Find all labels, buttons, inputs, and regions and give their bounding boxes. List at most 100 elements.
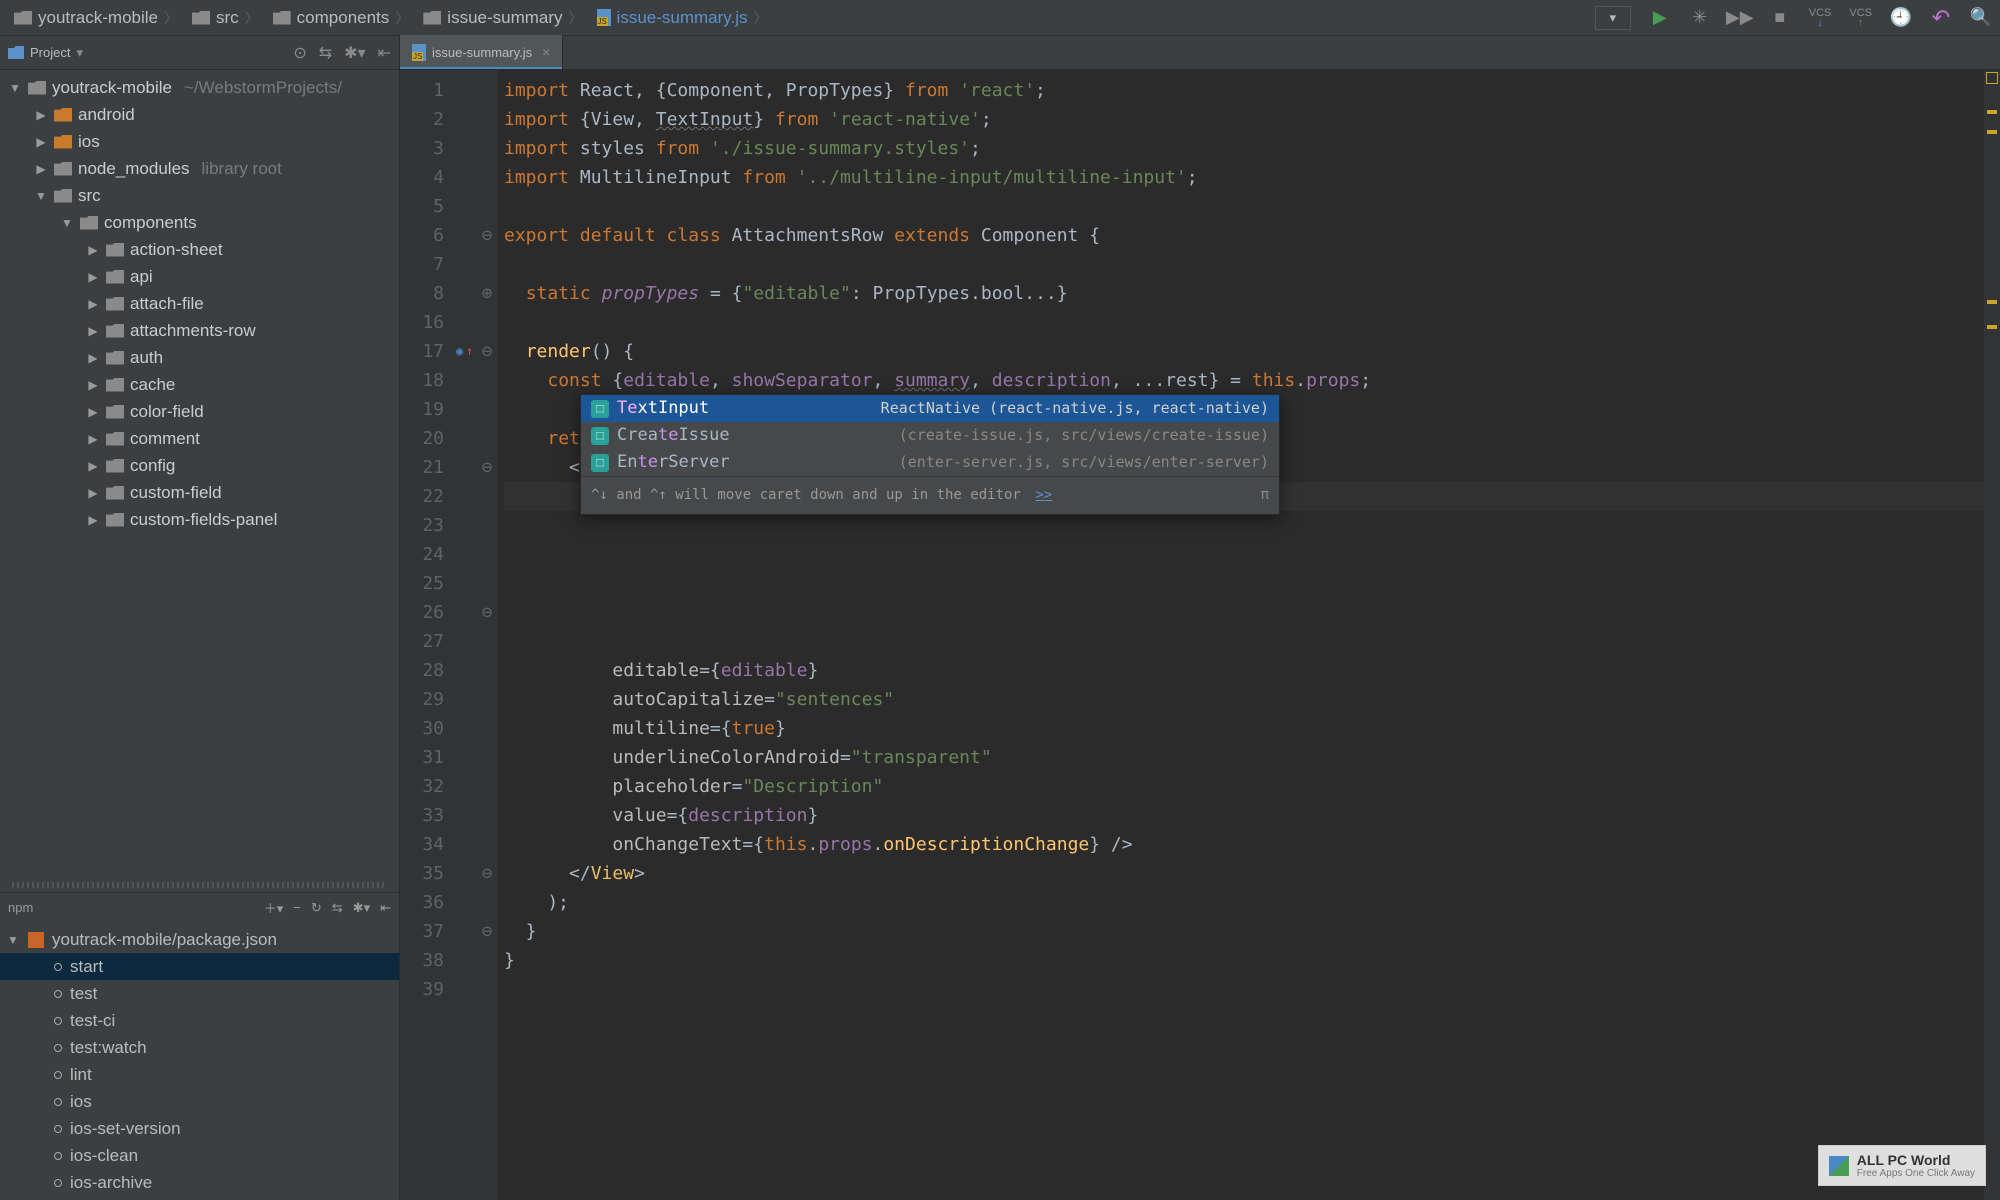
remove-icon[interactable]: − <box>293 900 301 915</box>
collapse-icon[interactable]: ⊙ <box>293 43 306 63</box>
code-line[interactable]: import MultilineInput from '../multiline… <box>504 163 2000 192</box>
up-arrow-icon[interactable]: ↑ <box>466 337 473 366</box>
gear-icon[interactable]: ✱▾ <box>344 43 365 63</box>
vcs-update-icon[interactable]: VCS↓ <box>1809 8 1832 28</box>
warning-marker[interactable] <box>1987 300 1997 304</box>
pi-icon[interactable]: π <box>1261 481 1269 510</box>
fold-toggle-icon[interactable]: ⊖ <box>476 917 498 946</box>
code-line[interactable]: import {View, TextInput} from 'react-nat… <box>504 105 2000 134</box>
error-stripe[interactable] <box>1984 70 2000 1200</box>
breadcrumb-item[interactable]: youtrack-mobile〉 <box>8 6 184 30</box>
disclosure-triangle-icon[interactable]: ▶ <box>86 243 100 257</box>
disclosure-triangle-icon[interactable]: ▼ <box>8 81 22 95</box>
code-line[interactable]: import React, {Component, PropTypes} fro… <box>504 76 2000 105</box>
code-editor[interactable]: 1234567816171819202122232425262728293031… <box>400 70 2000 1200</box>
fold-toggle-icon[interactable]: ⊕ <box>476 279 498 308</box>
tree-row[interactable]: ▶comment <box>2 425 399 452</box>
code-line[interactable] <box>504 627 2000 656</box>
code-line[interactable] <box>504 569 2000 598</box>
tree-row[interactable]: ▶ios <box>2 128 399 155</box>
run-config-dropdown[interactable]: ▾ <box>1595 6 1631 30</box>
npm-script-row[interactable]: ios-clean <box>0 1142 399 1169</box>
disclosure-triangle-icon[interactable]: ▼ <box>6 933 20 947</box>
tree-row[interactable]: ▶attachments-row <box>2 317 399 344</box>
fold-toggle-icon[interactable]: ⊖ <box>476 859 498 888</box>
override-gutter-icon[interactable]: ◉ <box>456 337 463 366</box>
breadcrumb-item[interactable]: components〉 <box>267 6 416 30</box>
debug-icon[interactable]: ✳ <box>1689 7 1711 29</box>
coverage-icon[interactable]: ▶▶ <box>1729 7 1751 29</box>
add-icon[interactable]: ＋▾ <box>264 898 284 917</box>
disclosure-triangle-icon[interactable]: ▶ <box>86 270 100 284</box>
code-line[interactable]: export default class AttachmentsRow exte… <box>504 221 2000 250</box>
code-line[interactable]: } <box>504 946 2000 975</box>
tree-row[interactable]: ▶color-field <box>2 398 399 425</box>
warning-marker[interactable] <box>1987 325 1997 329</box>
disclosure-triangle-icon[interactable]: ▶ <box>86 432 100 446</box>
analysis-status-icon[interactable] <box>1986 72 1998 84</box>
tree-row[interactable]: ▶action-sheet <box>2 236 399 263</box>
warning-marker[interactable] <box>1987 110 1997 114</box>
code-line[interactable] <box>504 975 2000 1004</box>
gear-icon[interactable]: ✱▾ <box>353 900 370 916</box>
code-line[interactable] <box>504 540 2000 569</box>
disclosure-triangle-icon[interactable]: ▶ <box>34 108 48 122</box>
disclosure-triangle-icon[interactable]: ▶ <box>86 324 100 338</box>
tree-row[interactable]: ▼src <box>2 182 399 209</box>
warning-marker[interactable] <box>1987 130 1997 134</box>
completion-popup[interactable]: ⬚TextInputReactNative (react-native.js, … <box>580 394 1280 515</box>
npm-tree[interactable]: ▼youtrack-mobile/package.jsonstarttestte… <box>0 922 399 1200</box>
code-line[interactable]: const {editable, showSeparator, summary,… <box>504 366 2000 395</box>
disclosure-triangle-icon[interactable]: ▶ <box>86 297 100 311</box>
breadcrumb-item[interactable]: issue-summary.js〉 <box>591 6 774 30</box>
disclosure-triangle-icon[interactable]: ▶ <box>86 459 100 473</box>
code-line[interactable] <box>504 598 2000 627</box>
disclosure-triangle-icon[interactable]: ▼ <box>34 189 48 203</box>
breadcrumb-item[interactable]: src〉 <box>186 6 265 30</box>
disclosure-triangle-icon[interactable]: ▶ <box>86 351 100 365</box>
run-icon[interactable]: ▶ <box>1649 7 1671 29</box>
code-line[interactable] <box>504 308 2000 337</box>
tree-row[interactable]: ▶attach-file <box>2 290 399 317</box>
code-line[interactable]: import styles from './issue-summary.styl… <box>504 134 2000 163</box>
npm-script-row[interactable]: ios-set-version <box>0 1115 399 1142</box>
code-line[interactable]: value={description} <box>504 801 2000 830</box>
code-line[interactable]: onChangeText={this.props.onDescriptionCh… <box>504 830 2000 859</box>
disclosure-triangle-icon[interactable]: ▶ <box>86 513 100 527</box>
code-line[interactable]: autoCapitalize="sentences" <box>504 685 2000 714</box>
refresh-icon[interactable]: ↻ <box>311 900 322 916</box>
disclosure-triangle-icon[interactable]: ▶ <box>34 162 48 176</box>
npm-script-row[interactable]: ios <box>0 1088 399 1115</box>
completion-item[interactable]: ⬚TextInputReactNative (react-native.js, … <box>581 395 1279 422</box>
tree-row[interactable]: ▶custom-field <box>2 479 399 506</box>
disclosure-triangle-icon[interactable]: ▼ <box>60 216 74 230</box>
code-line[interactable]: editable={editable} <box>504 656 2000 685</box>
npm-script-row[interactable]: test <box>0 980 399 1007</box>
fold-gutter[interactable]: ⊖⊕⊖⊖⊖⊖⊖ <box>476 70 498 1200</box>
tree-row[interactable]: ▶config <box>2 452 399 479</box>
tab-issue-summary[interactable]: issue-summary.js × <box>400 35 563 69</box>
completion-item[interactable]: ⬚EnterServer(enter-server.js, src/views/… <box>581 449 1279 476</box>
code-line[interactable]: underlineColorAndroid="transparent" <box>504 743 2000 772</box>
vcs-commit-icon[interactable]: VCS↑ <box>1849 8 1872 28</box>
breadcrumbs[interactable]: youtrack-mobile〉src〉components〉issue-sum… <box>8 6 1595 30</box>
code-line[interactable]: } <box>504 917 2000 946</box>
code-line[interactable]: ); <box>504 888 2000 917</box>
hint-link[interactable]: >> <box>1035 481 1052 510</box>
scroll-icon[interactable]: ⇆ <box>332 900 343 916</box>
npm-package-row[interactable]: ▼youtrack-mobile/package.json <box>0 926 399 953</box>
completion-item[interactable]: ⬚CreateIssue(create-issue.js, src/views/… <box>581 422 1279 449</box>
stop-icon[interactable]: ■ <box>1769 7 1791 29</box>
tree-row[interactable]: ▶cache <box>2 371 399 398</box>
disclosure-triangle-icon[interactable]: ▶ <box>86 405 100 419</box>
tree-row[interactable]: ▼components <box>2 209 399 236</box>
undo-icon[interactable]: ↶ <box>1930 7 1952 29</box>
fold-toggle-icon[interactable]: ⊖ <box>476 221 498 250</box>
history-icon[interactable]: 🕘 <box>1890 7 1912 29</box>
breadcrumb-item[interactable]: issue-summary〉 <box>417 6 588 30</box>
code-line[interactable]: multiline={true} <box>504 714 2000 743</box>
hide-icon[interactable]: ⇤ <box>378 43 391 63</box>
code-line[interactable]: </View> <box>504 859 2000 888</box>
tree-row[interactable]: ▶auth <box>2 344 399 371</box>
editor-tabs[interactable]: issue-summary.js × <box>400 36 2000 70</box>
